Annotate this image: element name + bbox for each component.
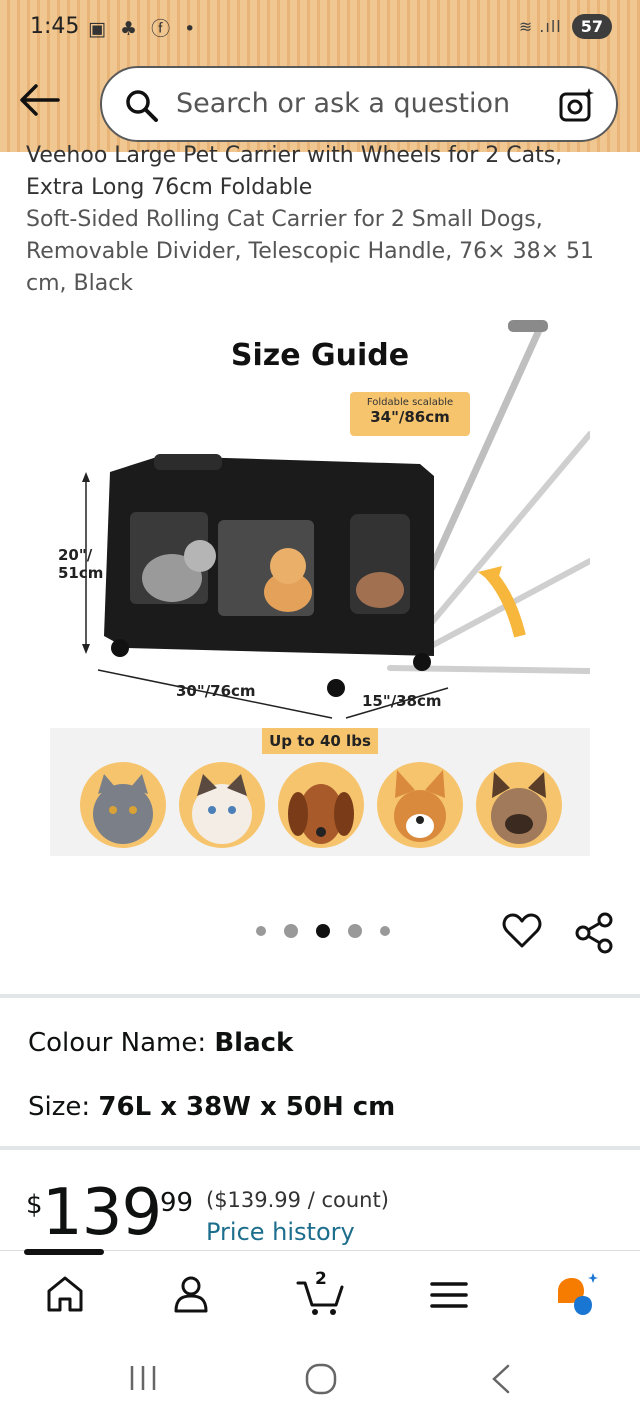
carousel-dot[interactable] <box>348 924 362 938</box>
colour-row[interactable]: Colour Name: Black <box>28 1028 293 1058</box>
price-history-link[interactable]: Price history <box>206 1218 355 1246</box>
size-value: 76L x 38W x 50H cm <box>98 1092 396 1122</box>
search-bar[interactable]: Search or ask a question <box>100 66 618 142</box>
colour-label: Colour Name: <box>28 1028 207 1058</box>
width-dimension: 15"/38cm <box>362 692 442 710</box>
account-icon[interactable] <box>166 1269 216 1319</box>
carousel-dot-active[interactable] <box>316 924 330 938</box>
cart-icon[interactable]: 2 <box>296 1269 346 1319</box>
foldable-label: Foldable scalable <box>366 397 454 408</box>
status-time: 1:45 <box>30 14 80 39</box>
camera-search-icon[interactable] <box>558 86 596 128</box>
product-image[interactable]: Size Guide Foldable scalable 34"/86cm 20… <box>50 316 590 856</box>
product-title: Veehoo Large Pet Carrier with Wheels for… <box>26 140 616 300</box>
menu-icon[interactable] <box>424 1269 474 1319</box>
section-divider <box>0 994 640 998</box>
image-heading: Size Guide <box>230 338 410 373</box>
rufus-assistant-icon[interactable] <box>550 1269 600 1319</box>
foldable-value: 34"/86cm <box>370 408 450 426</box>
length-dimension: 30"/76cm <box>176 682 256 700</box>
carousel-dot[interactable] <box>284 924 298 938</box>
pet-photo <box>179 762 265 848</box>
weight-tag: Up to 40 lbs <box>262 728 378 754</box>
search-icon <box>124 88 160 128</box>
search-placeholder: Search or ask a question <box>176 88 511 119</box>
section-divider <box>0 1146 640 1150</box>
pet-photo <box>476 762 562 848</box>
status-bar: 1:45 ▣ ♣ ⓕ • ≋ .ıll 57 <box>0 0 640 60</box>
price-whole: 139 <box>42 1176 162 1250</box>
pet-photo <box>80 762 166 848</box>
active-tab-indicator <box>24 1249 104 1255</box>
product-title-line2: Extra Long 76cm Foldable <box>26 175 313 200</box>
notification-icons: ▣ ♣ ⓕ • <box>88 18 200 40</box>
unit-price: ($139.99 / count) <box>206 1188 389 1212</box>
colour-value: Black <box>214 1028 294 1058</box>
bottom-nav: 2 <box>0 1249 640 1340</box>
heart-icon[interactable] <box>502 912 542 954</box>
share-icon[interactable] <box>574 912 614 958</box>
app-header: 1:45 ▣ ♣ ⓕ • ≋ .ıll 57 Search or ask a q… <box>0 0 640 152</box>
status-right-icons: ≋ .ıll 57 <box>519 14 612 39</box>
carousel-dot[interactable] <box>380 926 390 936</box>
pet-photo <box>377 762 463 848</box>
carousel-dot[interactable] <box>256 926 266 936</box>
height-value: 51cm <box>58 564 104 582</box>
pet-photo <box>278 762 364 848</box>
cart-count: 2 <box>315 1269 327 1289</box>
wifi-signal-icon: ≋ .ıll <box>518 17 562 36</box>
carrier-illustration <box>82 320 590 719</box>
recent-apps-icon[interactable] <box>128 1362 158 1398</box>
system-nav-bar <box>0 1340 640 1422</box>
system-back-icon[interactable] <box>486 1362 516 1400</box>
home-button-icon[interactable] <box>304 1362 338 1400</box>
height-dimension: 20"/ 51cm <box>58 546 103 582</box>
battery-badge: 57 <box>571 14 612 39</box>
carousel-dots[interactable] <box>256 924 390 938</box>
product-title-line1: Veehoo Large Pet Carrier with Wheels for… <box>26 143 563 168</box>
back-arrow-icon[interactable] <box>18 82 62 118</box>
height-label: 20"/ <box>58 546 93 564</box>
foldable-tag: Foldable scalable 34"/86cm <box>350 392 470 436</box>
home-icon[interactable] <box>40 1269 90 1319</box>
size-row[interactable]: Size: 76L x 38W x 50H cm <box>28 1092 395 1122</box>
price-currency: $ <box>26 1190 43 1220</box>
size-label: Size: <box>28 1092 91 1122</box>
price-fraction: 99 <box>160 1188 194 1218</box>
product-subtitle: Soft-Sided Rolling Cat Carrier for 2 Sma… <box>26 207 595 296</box>
